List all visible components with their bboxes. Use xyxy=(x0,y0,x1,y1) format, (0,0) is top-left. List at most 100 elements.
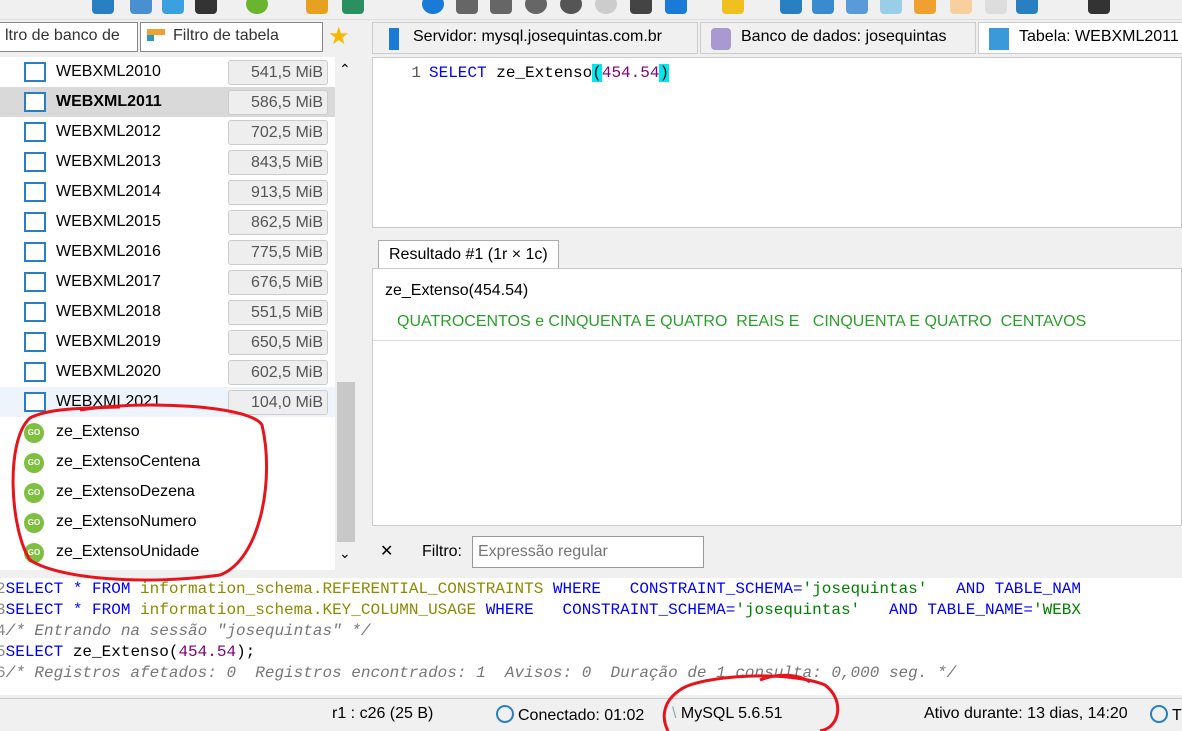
table-filter-input[interactable]: Filtro de tabela xyxy=(140,22,323,52)
table-size: 586,5 MiB xyxy=(228,90,328,115)
clock-icon xyxy=(496,705,514,723)
tree-item-table[interactable]: WEBXML2010 541,5 MiB xyxy=(0,57,335,87)
clear-icon[interactable] xyxy=(914,0,936,14)
export-csv-icon[interactable] xyxy=(342,0,364,14)
table-icon xyxy=(24,302,46,322)
wrap-icon[interactable] xyxy=(1016,0,1038,14)
size-label: 551,5 MiB xyxy=(250,304,323,321)
connect-icon[interactable] xyxy=(246,0,268,14)
table-size: 843,5 MiB xyxy=(228,150,328,175)
tab-label: Tabela: WEBXML2011 xyxy=(1019,28,1179,45)
tab-database[interactable]: Banco de dados: josequintas xyxy=(700,22,976,54)
tab-table[interactable]: Tabela: WEBXML2011 xyxy=(978,22,1182,54)
main-toolbar xyxy=(0,0,1182,20)
users-icon[interactable] xyxy=(306,0,328,14)
print-icon[interactable] xyxy=(195,0,217,14)
log-token: AND TABLE_NAME= xyxy=(860,601,1033,619)
database-icon xyxy=(711,28,731,50)
tree-item-table[interactable]: WEBXML2014 913,5 MiB xyxy=(0,177,335,207)
close-filter-icon[interactable]: ✕ xyxy=(380,541,393,561)
sql-line: SELECT ze_Extenso(454.54) xyxy=(429,64,670,82)
query-log[interactable]: 2SELECT * FROM information_schema.REFERE… xyxy=(0,578,1182,695)
apply-icon[interactable] xyxy=(595,0,617,14)
undo-icon[interactable] xyxy=(162,0,184,14)
tree-item-table[interactable]: WEBXML2017 676,5 MiB xyxy=(0,267,335,297)
sql-function: ze_Extenso xyxy=(496,64,593,82)
paren-open: ( xyxy=(592,64,602,82)
server-icon[interactable] xyxy=(812,0,834,14)
table-icon xyxy=(24,272,46,292)
database-filter-input[interactable]: ltro de banco de xyxy=(0,22,138,52)
search-icon[interactable] xyxy=(846,0,868,14)
status-bar: r1 : c26 (25 B) Conectado: 01:02 \ MySQL… xyxy=(0,698,1182,731)
tree-item-table[interactable]: WEBXML2013 843,5 MiB xyxy=(0,147,335,177)
function-icon: GO xyxy=(24,483,44,503)
tree-item-table[interactable]: WEBXML2018 551,5 MiB xyxy=(0,297,335,327)
save-icon[interactable] xyxy=(780,0,802,14)
result-tab-label: Resultado #1 (1r × 1c) xyxy=(389,246,548,263)
size-label: 775,5 MiB xyxy=(250,244,323,261)
size-label: 586,5 MiB xyxy=(250,94,323,111)
copy-icon[interactable] xyxy=(92,0,114,14)
last-icon[interactable] xyxy=(490,0,512,14)
close-icon[interactable] xyxy=(1088,0,1110,14)
log-token: ); xyxy=(236,643,265,661)
tab-server[interactable]: Servidor: mysql.josequintas.com.br xyxy=(372,22,698,54)
delete-icon[interactable] xyxy=(560,0,582,14)
tree-item-function[interactable]: GO ze_ExtensoNumero xyxy=(0,507,335,537)
table-name: WEBXML2019 xyxy=(56,333,161,350)
tab-label: Servidor: mysql.josequintas.com.br xyxy=(413,28,662,45)
extra-label: T xyxy=(1172,707,1182,724)
regex-filter-input[interactable] xyxy=(472,536,704,568)
connection-time: Conectado: 01:02 xyxy=(496,705,644,725)
result-cell[interactable]: QUATROCENTOS e CINQUENTA E QUATRO REAIS … xyxy=(373,307,1181,341)
binary-icon[interactable] xyxy=(950,0,972,14)
sql-keyword: SELECT xyxy=(429,64,487,82)
tree-item-function[interactable]: GO ze_ExtensoCentena xyxy=(0,447,335,477)
table-name: WEBXML2011 xyxy=(56,93,162,110)
sql-editor[interactable]: 1 SELECT ze_Extenso(454.54) xyxy=(372,57,1182,228)
log-line: 6/* Registros afetados: 0 Registros enco… xyxy=(0,664,956,685)
table-name: WEBXML2017 xyxy=(56,273,161,290)
scroll-up-icon[interactable]: ⌃ xyxy=(339,61,351,78)
tab-result-1[interactable]: Resultado #1 (1r × 1c) xyxy=(378,240,559,270)
extra-status: T xyxy=(1150,705,1182,725)
tree-item-table[interactable]: WEBXML2012 702,5 MiB xyxy=(0,117,335,147)
paste-icon[interactable] xyxy=(130,0,152,14)
help-icon[interactable] xyxy=(422,0,444,14)
add-icon[interactable] xyxy=(525,0,547,14)
binary-text-icon[interactable] xyxy=(985,0,1007,14)
tree-item-table[interactable]: WEBXML2021 104,0 MiB xyxy=(0,387,335,417)
tree-item-table[interactable]: WEBXML2020 602,5 MiB xyxy=(0,357,335,387)
log-token: SELECT xyxy=(5,643,73,661)
tree-item-function[interactable]: GO ze_Extenso xyxy=(0,417,335,447)
size-label: 104,0 MiB xyxy=(250,394,323,411)
column-header[interactable]: ze_Extenso(454.54) xyxy=(385,282,528,300)
table-icon xyxy=(24,362,46,382)
refresh-icon[interactable] xyxy=(880,0,902,14)
log-token: 454.54 xyxy=(178,643,237,661)
tree-item-function[interactable]: GO ze_ExtensoUnidade xyxy=(0,537,335,567)
size-label: 541,5 MiB xyxy=(250,64,323,81)
tree-scrollbar[interactable]: ⌃ ⌄ xyxy=(335,57,357,570)
server-version-label: MySQL 5.6.51 xyxy=(680,705,783,722)
favorites-star-icon[interactable]: ★ xyxy=(328,22,350,51)
clock-icon xyxy=(1150,705,1168,723)
tree-item-table[interactable]: WEBXML2019 650,5 MiB xyxy=(0,327,335,357)
table-size: 104,0 MiB xyxy=(228,390,328,415)
cancel-icon[interactable] xyxy=(630,0,652,14)
size-label: 862,5 MiB xyxy=(250,214,323,231)
format-icon[interactable] xyxy=(722,0,744,14)
tree-item-table[interactable]: WEBXML2011 586,5 MiB xyxy=(0,87,335,117)
run-icon[interactable] xyxy=(665,0,687,14)
tree-item-table[interactable]: WEBXML2015 862,5 MiB xyxy=(0,207,335,237)
table-name: WEBXML2014 xyxy=(56,183,161,200)
scroll-down-icon[interactable]: ⌄ xyxy=(339,545,351,562)
first-icon[interactable] xyxy=(456,0,478,14)
size-label: 602,5 MiB xyxy=(250,364,323,381)
table-size: 551,5 MiB xyxy=(228,300,328,325)
tree-item-function[interactable]: GO ze_ExtensoDezena xyxy=(0,477,335,507)
tab-label: Banco de dados: josequintas xyxy=(741,28,947,45)
tree-item-table[interactable]: WEBXML2016 775,5 MiB xyxy=(0,237,335,267)
scrollbar-thumb[interactable] xyxy=(337,382,355,542)
